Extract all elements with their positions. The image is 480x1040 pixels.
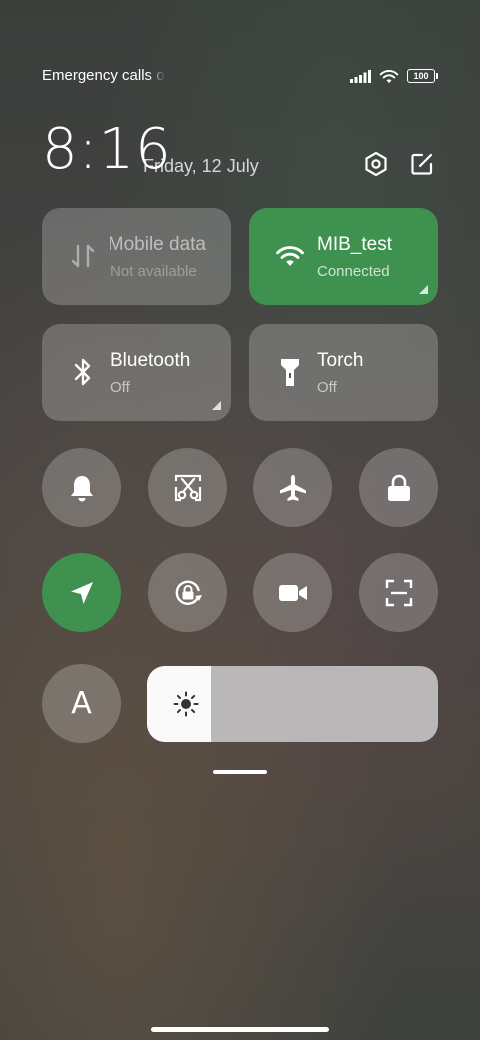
status-carrier-text: Emergency calls o <box>42 67 165 84</box>
toggle-airplane-mode[interactable] <box>253 448 332 527</box>
rotation-lock-icon <box>175 580 202 605</box>
edit-icon[interactable] <box>408 150 436 178</box>
tile-mobile-data-status: Not available <box>110 263 197 280</box>
bell-icon <box>70 475 93 501</box>
tile-torch-status: Off <box>317 379 337 396</box>
scan-frame-icon <box>385 579 412 606</box>
mobile-data-arrows-icon <box>68 241 98 271</box>
toggle-auto-brightness[interactable]: A <box>42 664 121 743</box>
toggle-lock-screen[interactable] <box>359 448 438 527</box>
home-indicator[interactable] <box>151 1027 329 1032</box>
tile-wifi-status: Connected <box>317 263 390 280</box>
tile-bluetooth-status: Off <box>110 379 130 396</box>
clock-date: Friday, 12 July <box>143 156 259 176</box>
expand-corner-icon[interactable] <box>419 285 428 294</box>
toggle-rotation-lock[interactable] <box>148 553 227 632</box>
toggle-scanner[interactable] <box>359 553 438 632</box>
tile-mobile-data[interactable]: Mobile data Not available <box>42 208 231 305</box>
sun-icon <box>173 691 199 717</box>
tile-wifi[interactable]: MIB_test Connected <box>249 208 438 305</box>
battery-indicator: 100 <box>407 69 438 83</box>
lock-icon <box>387 474 410 501</box>
signal-bars-icon <box>350 69 371 83</box>
tile-mobile-data-label: Mobile data <box>110 234 206 255</box>
wifi-icon <box>275 241 305 271</box>
toggle-screenshot[interactable] <box>148 448 227 527</box>
tile-wifi-label: MIB_test <box>317 234 392 255</box>
letter-a-icon: A <box>71 686 92 721</box>
battery-level: 100 <box>413 70 429 81</box>
wifi-icon <box>379 69 399 83</box>
panel-drag-handle[interactable] <box>213 770 267 774</box>
airplane-icon <box>279 474 306 501</box>
toggle-screen-recorder[interactable] <box>253 553 332 632</box>
tile-torch[interactable]: Torch Off <box>249 324 438 421</box>
bluetooth-icon <box>68 357 98 387</box>
expand-corner-icon[interactable] <box>212 401 221 410</box>
location-arrow-icon <box>70 581 93 604</box>
toggle-silent[interactable] <box>42 448 121 527</box>
toggle-location[interactable] <box>42 553 121 632</box>
scissors-screenshot-icon <box>174 474 201 501</box>
status-icons: 100 <box>350 66 438 86</box>
video-camera-icon <box>278 584 307 601</box>
torch-icon <box>275 357 305 387</box>
tile-torch-label: Torch <box>317 350 364 371</box>
settings-hexagon-icon[interactable] <box>362 150 390 178</box>
tile-bluetooth[interactable]: Bluetooth Off <box>42 324 231 421</box>
brightness-slider[interactable] <box>147 666 438 742</box>
tile-bluetooth-label: Bluetooth <box>110 350 191 371</box>
